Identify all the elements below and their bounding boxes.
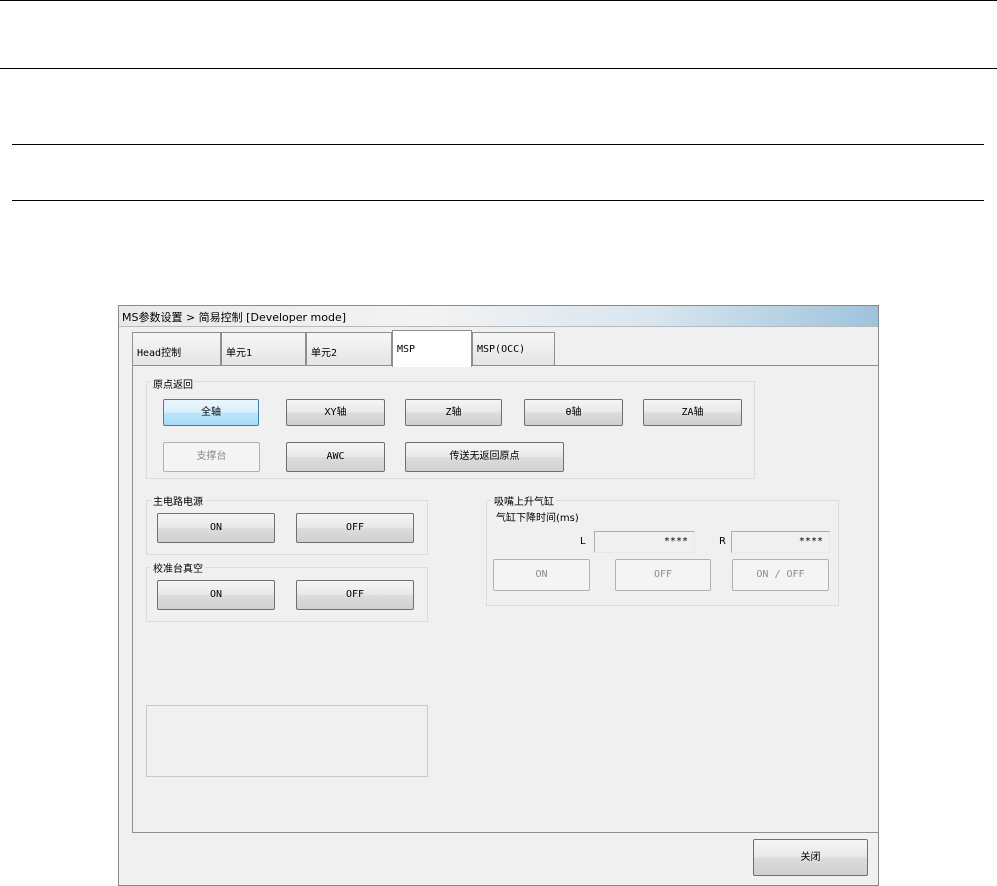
close-button[interactable]: 关闭: [753, 839, 868, 876]
cylinder-off-button[interactable]: OFF: [615, 559, 711, 591]
doc-rule-top: [0, 0, 997, 1]
window-title: MS参数设置 > 简易控制 [Developer mode]: [122, 311, 347, 324]
theta-axis-button[interactable]: θ轴: [524, 399, 623, 426]
doc-rule-3: [12, 144, 984, 145]
tab-unit2[interactable]: 单元2: [306, 332, 392, 365]
tab-msp-occ[interactable]: MSP(OCC): [472, 332, 555, 365]
right-label: R: [719, 536, 726, 547]
tab-msp[interactable]: MSP: [392, 330, 472, 367]
tab-unit1[interactable]: 单元1: [221, 332, 306, 365]
cylinder-on-off-button[interactable]: ON / OFF: [732, 559, 829, 591]
tab-head-control[interactable]: Head控制: [132, 332, 221, 365]
left-label: L: [580, 536, 586, 547]
doc-rule-2: [0, 68, 997, 69]
title-bar[interactable]: MS参数设置 > 简易控制 [Developer mode]: [119, 306, 878, 327]
tab-panel-msp: 原点返回 全轴 XY轴 Z轴 θ轴 ZA轴 支撑台 AWC 传送无返回原点 主电…: [132, 365, 879, 833]
main-power-label: 主电路电源: [151, 493, 205, 508]
main-power-on-button[interactable]: ON: [157, 513, 275, 543]
support-table-button[interactable]: 支撑台: [163, 442, 260, 472]
z-axis-button[interactable]: Z轴: [405, 399, 502, 426]
main-power-off-button[interactable]: OFF: [296, 513, 414, 543]
ms-param-dialog: MS参数设置 > 简易控制 [Developer mode] Head控制 单元…: [118, 305, 879, 886]
calib-vacuum-off-button[interactable]: OFF: [296, 580, 414, 610]
cylinder-on-button[interactable]: ON: [493, 559, 590, 591]
conveyor-no-return-button[interactable]: 传送无返回原点: [405, 442, 564, 472]
origin-return-label: 原点返回: [151, 376, 195, 391]
calib-vacuum-on-button[interactable]: ON: [157, 580, 275, 610]
empty-panel: [146, 705, 428, 777]
nozzle-cylinder-label: 吸嘴上升气缸: [492, 493, 556, 508]
calib-vacuum-label: 校准台真空: [151, 560, 205, 575]
all-axis-button[interactable]: 全轴: [163, 399, 259, 426]
xy-axis-button[interactable]: XY轴: [286, 399, 385, 426]
cylinder-time-label: 气缸下降时间(ms): [496, 513, 579, 524]
right-time-field[interactable]: ****: [731, 531, 830, 553]
doc-rule-4: [12, 200, 984, 201]
left-time-field[interactable]: ****: [594, 531, 695, 553]
awc-button[interactable]: AWC: [286, 442, 385, 472]
za-axis-button[interactable]: ZA轴: [643, 399, 742, 426]
